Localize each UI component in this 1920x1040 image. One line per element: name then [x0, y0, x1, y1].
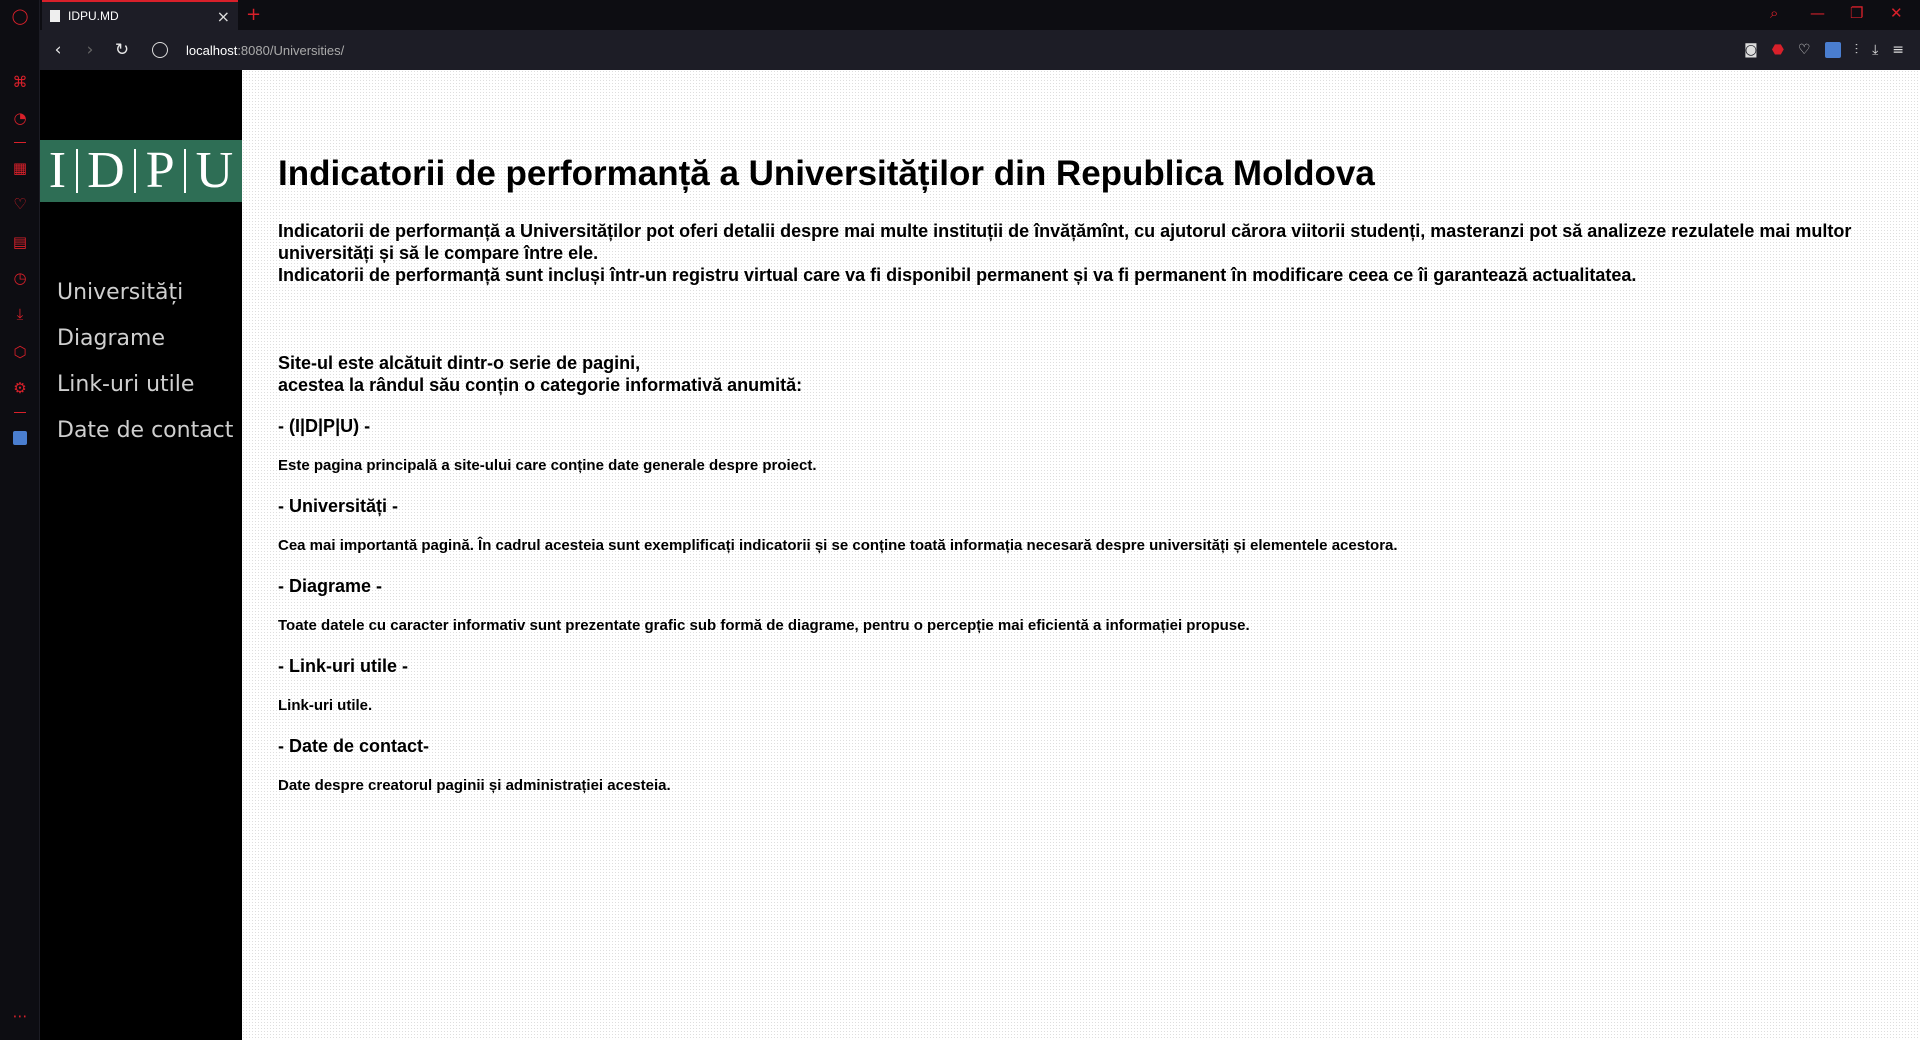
tab-title: IDPU.MD: [68, 9, 119, 23]
speed-dial-icon[interactable]: ◔: [8, 106, 32, 130]
menu-icon[interactable]: ≡: [1892, 42, 1904, 58]
section-home: - (I|D|P|U) - Este pagina principală a s…: [278, 416, 1888, 474]
grid-icon[interactable]: ▦: [8, 156, 32, 180]
main-content: Indicatorii de performanță a Universităț…: [242, 70, 1920, 1040]
close-icon[interactable]: ×: [217, 7, 230, 26]
site-sidebar: I D P U Universități Diagrame Link-uri u…: [40, 70, 242, 1040]
menu-item-universitati[interactable]: Universități: [57, 270, 233, 316]
page-title: Indicatorii de performanță a Universităț…: [278, 154, 1375, 193]
document-icon: [50, 10, 60, 22]
section-text: Este pagina principală a site-ului care …: [278, 457, 817, 474]
forward-icon[interactable]: ›: [74, 40, 106, 60]
back-icon[interactable]: ‹: [42, 40, 74, 60]
url-field[interactable]: localhost:8080/Universities/: [186, 43, 344, 58]
section-text: Link-uri utile.: [278, 697, 373, 714]
reload-icon[interactable]: ↻: [106, 40, 138, 60]
history-icon[interactable]: ◷: [8, 266, 32, 290]
settings-icon[interactable]: ⚙: [8, 376, 32, 400]
window-close-icon[interactable]: ✕: [1890, 4, 1903, 22]
section-text: Date despre creatorul paginii și adminis…: [278, 777, 671, 794]
url-host: localhost: [186, 42, 238, 58]
minimize-icon[interactable]: —: [1810, 4, 1825, 22]
download-icon[interactable]: ⤓: [8, 302, 32, 326]
address-bar: ‹ › ↻ localhost:8080/Universities/ ◙ ⬣ ♡…: [40, 30, 1920, 70]
restore-icon[interactable]: ❐: [1850, 4, 1863, 22]
browser-sidebar: ◯ ⌘ ◔ ▦ ♡ ▤ ◷ ⤓ ⬡ ⚙ ⋯: [0, 0, 40, 1040]
search-icon[interactable]: ⌕: [1770, 4, 1778, 22]
logo-letter: I: [48, 142, 67, 199]
globe-icon: [152, 42, 168, 58]
logo-divider: [184, 149, 187, 193]
section-heading: - Universități -: [278, 496, 399, 516]
section-heading: - Link-uri utile -: [278, 656, 408, 676]
logo-letter: U: [195, 142, 234, 199]
rail-divider: [14, 412, 26, 413]
menu-item-date-de-contact[interactable]: Date de contact: [57, 408, 233, 454]
structure-line: acestea la rândul său conțin o categorie…: [278, 375, 803, 395]
camera-icon[interactable]: ◙: [1744, 42, 1758, 58]
rail-divider: [14, 142, 26, 143]
logo-letter: P: [145, 142, 175, 199]
structure-line: Site-ul este alcătuit dintr-o serie de p…: [278, 353, 641, 373]
opera-logo-icon[interactable]: ◯: [8, 4, 32, 28]
logo-divider: [134, 149, 137, 193]
shield-icon[interactable]: ⬣: [1772, 42, 1784, 58]
heart-icon[interactable]: ♡: [1798, 42, 1811, 58]
section-date-de-contact: - Date de contact- Date despre creatorul…: [278, 736, 1888, 794]
new-tab-icon[interactable]: +: [246, 4, 261, 25]
url-path: :8080/Universities/: [237, 42, 345, 58]
intro-line: Indicatorii de performanță a Universităț…: [278, 221, 1852, 263]
section-heading: - (I|D|P|U) -: [278, 416, 371, 436]
section-universitati: - Universități - Cea mai importantă pagi…: [278, 496, 1888, 554]
menu-item-diagrame[interactable]: Diagrame: [57, 316, 233, 362]
more-icon[interactable]: ⋯: [8, 1004, 32, 1028]
section-heading: - Diagrame -: [278, 576, 383, 596]
tab-bar: IDPU.MD × + ⌕ — ❐ ✕: [40, 0, 1920, 30]
download-icon[interactable]: ⤓: [1872, 42, 1878, 58]
section-heading: - Date de contact-: [278, 736, 430, 756]
site-logo[interactable]: I D P U: [40, 140, 242, 202]
heart-icon[interactable]: ♡: [8, 192, 32, 216]
intro-line: Indicatorii de performanță sunt incluși …: [278, 265, 1637, 285]
site-menu: Universități Diagrame Link-uri utile Dat…: [57, 270, 233, 454]
section-link-uri-utile: - Link-uri utile - Link-uri utile.: [278, 656, 1888, 714]
tab-idpu[interactable]: IDPU.MD ×: [42, 0, 238, 30]
menu-item-link-uri-utile[interactable]: Link-uri utile: [57, 362, 233, 408]
cube-icon[interactable]: ⬡: [8, 340, 32, 364]
game-controller-icon[interactable]: ⌘: [8, 70, 32, 94]
news-icon[interactable]: ▤: [8, 230, 32, 254]
extension-icon[interactable]: [8, 426, 32, 450]
intro-text: Indicatorii de performanță a Universităț…: [278, 220, 1888, 286]
section-text: Toate datele cu caracter informativ sunt…: [278, 617, 1250, 634]
equalizer-icon[interactable]: ⫶: [1855, 42, 1859, 58]
section-diagrame: - Diagrame - Toate datele cu caracter in…: [278, 576, 1888, 634]
structure-text: Site-ul este alcătuit dintr-o serie de p…: [278, 352, 1888, 396]
toolbar: ◙ ⬣ ♡ ⫶ ⤓ ≡: [1744, 42, 1920, 58]
extension-icon[interactable]: [1824, 42, 1841, 58]
section-text: Cea mai importantă pagină. În cadrul ace…: [278, 537, 1398, 554]
logo-divider: [75, 149, 78, 193]
logo-letter: D: [87, 142, 125, 199]
